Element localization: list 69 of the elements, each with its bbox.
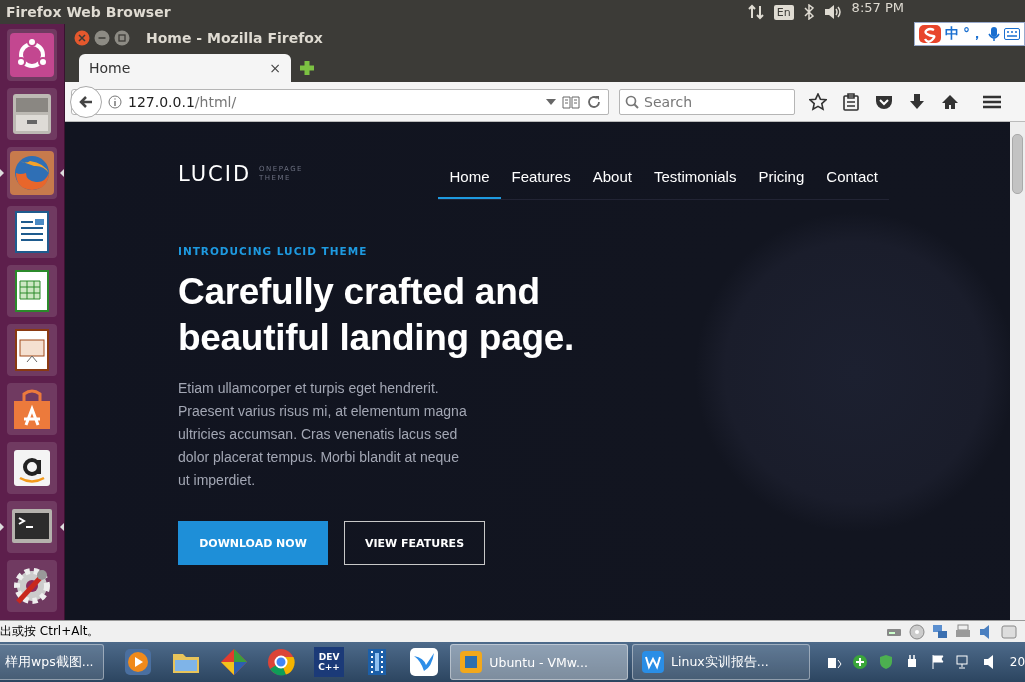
- back-button[interactable]: [70, 85, 102, 118]
- network-arrows-icon[interactable]: [747, 4, 764, 20]
- window-title: Home - Mozilla Firefox: [146, 30, 323, 46]
- taskbar-clock[interactable]: 20: [1009, 655, 1025, 669]
- close-icon[interactable]: [74, 30, 90, 46]
- browser-tab[interactable]: Home ×: [79, 54, 291, 82]
- status-hint: 出或按 Ctrl+Alt。: [0, 623, 101, 640]
- nav-link[interactable]: Features: [500, 162, 582, 199]
- dev-cpp-icon[interactable]: DEV C++: [314, 647, 345, 677]
- search-field[interactable]: Search: [619, 88, 795, 115]
- microphone-icon[interactable]: [988, 26, 1000, 42]
- chrome-icon[interactable]: [266, 647, 297, 677]
- home-icon[interactable]: [941, 93, 959, 110]
- nav-link[interactable]: Testimonials: [642, 162, 748, 199]
- logo-icon: [10, 33, 54, 77]
- ime-label[interactable]: °，: [963, 25, 984, 43]
- menu-icon[interactable]: [983, 94, 1001, 109]
- clock[interactable]: 8:57 PM: [851, 0, 904, 15]
- site-logo[interactable]: LUCID: [178, 162, 252, 186]
- hero-description: Etiam ullamcorper et turpis eget hendrerit. Praesent varius risus mi, at elementum magna ultricies accumsan. Cras venenatis lacus sed dolor placerat tempus. Morbi blandit at neque ut imperdiet.: [178, 379, 468, 490]
- vm-window-icon: [459, 650, 484, 674]
- bird-icon[interactable]: [409, 647, 440, 677]
- reload-icon[interactable]: [586, 94, 602, 109]
- hero-headline: Carefully crafted and beautiful landing page.: [178, 270, 575, 360]
- flag-icon[interactable]: [929, 654, 946, 670]
- back-arrow-icon: [78, 93, 94, 110]
- shield-icon[interactable]: [877, 654, 894, 670]
- clipboard-list-icon[interactable]: [843, 92, 859, 111]
- volume-icon[interactable]: [823, 4, 842, 20]
- bluetooth-icon[interactable]: [803, 4, 814, 20]
- url-host: 127.0.0.1: [128, 93, 195, 110]
- features-button[interactable]: VIEW FEATURES: [344, 521, 485, 565]
- media-player-icon[interactable]: [123, 647, 154, 677]
- fox-globe-icon: [10, 151, 54, 195]
- file-cabinet-icon: [10, 92, 54, 136]
- url-path: /html/: [194, 93, 237, 110]
- network-computers-icon[interactable]: [932, 623, 948, 640]
- window-title: Firefox Web Browser: [6, 4, 172, 20]
- bookmark-star-icon[interactable]: [809, 92, 827, 111]
- launcher-item[interactable]: [0, 501, 64, 553]
- nav-link[interactable]: Contact: [815, 162, 889, 199]
- disc-icon[interactable]: [909, 623, 925, 640]
- nav-link[interactable]: About: [581, 162, 643, 199]
- search-icon: [625, 94, 639, 109]
- taskbar-window-button[interactable]: Linux实训报告...: [632, 644, 810, 680]
- download-icon[interactable]: [909, 92, 925, 111]
- dropdown-icon[interactable]: [546, 98, 556, 105]
- plus-circle-icon[interactable]: [851, 654, 868, 670]
- w-letter-icon: [641, 650, 666, 674]
- ime-label[interactable]: 中: [945, 25, 959, 43]
- input-method-bar[interactable]: 中 °，: [914, 22, 1025, 46]
- scrollbar[interactable]: [1010, 122, 1025, 620]
- pocket-icon[interactable]: [875, 93, 893, 110]
- scrollbar-thumb[interactable]: [1012, 134, 1023, 194]
- keyboard-layout-indicator[interactable]: En: [773, 4, 794, 20]
- taskbar-window-button[interactable]: 样用wps截图...: [0, 644, 105, 680]
- address-bar[interactable]: 127.0.0.1/html/: [71, 88, 609, 115]
- eyebrow-text: INTRODUCING LUCID THEME: [178, 245, 369, 257]
- s-logo-icon[interactable]: [919, 25, 941, 43]
- minimize-icon[interactable]: [94, 30, 110, 46]
- download-button[interactable]: DOWNLOAD NOW: [178, 521, 328, 565]
- reader-view-icon[interactable]: [562, 94, 580, 109]
- info-icon[interactable]: [108, 94, 122, 109]
- tab-close-button[interactable]: ×: [269, 60, 281, 76]
- nav-link[interactable]: Pricing: [747, 162, 816, 199]
- nav-link[interactable]: Home: [438, 162, 501, 199]
- keyboard-icon[interactable]: [1004, 28, 1020, 40]
- plus-icon[interactable]: [299, 60, 315, 76]
- maximize-icon[interactable]: [114, 30, 130, 46]
